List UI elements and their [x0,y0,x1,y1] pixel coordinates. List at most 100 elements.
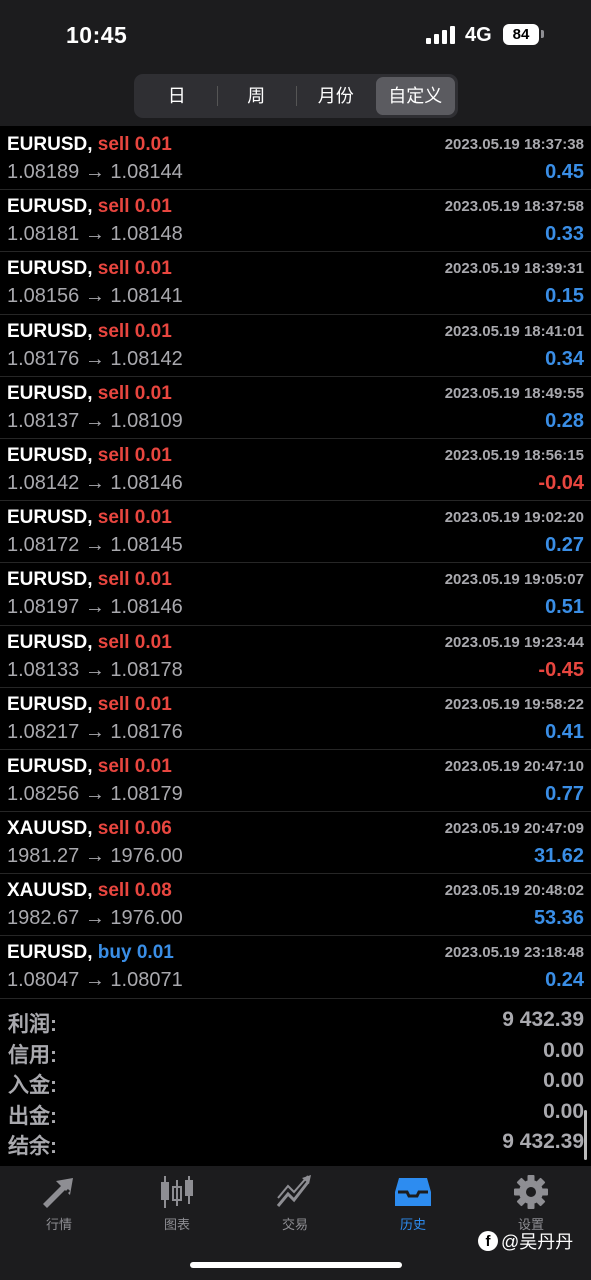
summary-row: 利润: 9 432.39 [0,1006,591,1037]
deal-row[interactable]: EURUSD, sell 0.01 2023.05.19 18:37:38 1.08… [0,128,591,191]
deal-row[interactable]: EURUSD, sell 0.01 2023.05.19 18:49:55 1.08… [0,377,591,439]
deal-close-price: 1.08144 [110,161,183,183]
deal-side: sell 0.01 [98,632,172,653]
scrollbar[interactable] [584,1110,587,1160]
deal-prices: 1.08142 → 1.08146 [7,472,183,495]
period-tab-custom[interactable]: 自定义 [375,77,455,115]
deal-profit: 0.51 [545,596,584,619]
deal-datetime: 2023.05.19 23:18:48 [444,944,584,962]
deal-prices: 1.08156 → 1.08141 [7,285,183,308]
deal-side-text: buy [97,942,132,964]
deal-side-text: sell [97,569,130,591]
deal-side-text: sell [97,196,130,218]
deal-row[interactable]: EURUSD, sell 0.01 2023.05.19 19:58:22 1.08… [0,688,591,750]
deal-side-text: sell [97,755,130,777]
deal-symbol-text: EURUSD, [7,569,93,591]
deal-prices: 1.08256 → 1.08179 [7,783,183,806]
tab-charts[interactable]: 图表 [118,1174,236,1233]
tab-history[interactable]: 历史 [354,1174,472,1233]
summary-value: 0.00 [543,1038,584,1062]
deal-datetime: 2023.05.19 19:58:22 [444,695,584,713]
arrow-right-icon: → [84,720,105,743]
deal-prices: 1982.67 → 1976.00 [7,907,183,930]
deal-profit: 0.28 [545,409,584,432]
deal-row[interactable]: EURUSD, sell 0.01 2023.05.19 18:56:15 1.08… [0,439,591,502]
deal-side-text: sell [97,320,130,342]
tab-trade[interactable]: 交易 [236,1174,354,1233]
cellular-signal-icon [426,26,458,44]
period-selector: 日 周 月份 自定义 [134,74,458,118]
deal-symbol: EURUSD, sell 0.01 [7,756,172,778]
summary-row: 入金: 0.00 [0,1067,591,1098]
deal-profit: 0.24 [545,969,584,992]
deal-close-price: 1.08148 [110,223,183,246]
deal-open-price: 1.08172 [7,534,80,557]
deal-side: buy 0.01 [98,942,174,963]
deal-symbol: EURUSD, sell 0.01 [7,258,172,280]
period-tab-month[interactable]: 月份 [296,77,376,115]
deal-datetime: 2023.05.19 18:41:01 [444,322,584,340]
tab-quotes[interactable]: 行情 [0,1174,118,1233]
deal-open-price: 1.08156 [7,285,80,308]
deal-datetime: 2023.05.19 18:56:15 [444,446,584,464]
status-time: 10:45 [66,22,128,48]
period-tab-day[interactable]: 日 [137,77,217,115]
deal-row[interactable]: EURUSD, sell 0.01 2023.05.19 19:23:44 1.08… [0,626,591,688]
candlestick-chart-icon [161,1176,193,1208]
account-summary: 利润: 9 432.39 信用: 0.00 入金: 0.00 出金: 0.00 结余: 9 432… [0,1006,591,1159]
deal-side-text: sell [97,258,130,280]
deal-volume: 0.06 [134,818,172,840]
deal-close-price: 1.08178 [110,658,183,681]
deal-volume: 0.01 [134,507,172,529]
arrow-right-icon: → [84,471,105,494]
home-indicator[interactable] [190,1262,402,1268]
summary-value: 9 432.39 [502,1008,584,1031]
deal-symbol: EURUSD, buy 0.01 [7,942,174,964]
deal-row[interactable]: EURUSD, sell 0.01 2023.05.19 20:47:10 1.08… [0,750,591,813]
deal-profit: 53.36 [533,907,584,930]
deal-side-text: sell [97,382,130,404]
deal-close-price: 1.08141 [110,285,183,308]
deal-side-text: sell [97,693,130,715]
deal-datetime: 2023.05.19 19:05:07 [444,571,584,589]
deal-datetime: 2023.05.19 20:47:09 [444,820,584,838]
status-bar: 10:45 4G 84 [0,0,591,70]
quotes-arrows-icon [43,1178,73,1208]
period-tab-week[interactable]: 周 [216,77,297,115]
deal-close-price: 1.08145 [110,534,183,557]
deal-row[interactable]: EURUSD, sell 0.01 2023.05.19 18:39:31 1.08… [0,252,591,315]
summary-label: 信用: [8,1043,57,1067]
deal-side: sell 0.01 [98,134,172,155]
arrow-right-icon: → [84,409,105,432]
deal-symbol-text: EURUSD, [7,444,93,466]
deal-side: sell 0.06 [98,818,172,839]
deal-row[interactable]: EURUSD, sell 0.01 2023.05.19 18:37:58 1.08… [0,190,591,253]
deal-volume: 0.01 [134,382,172,404]
deal-row[interactable]: EURUSD, sell 0.01 2023.05.19 19:05:07 1.08… [0,563,591,626]
deal-row[interactable]: XAUUSD, sell 0.08 2023.05.19 20:48:02 1982… [0,874,591,937]
deal-open-price: 1.08047 [7,969,80,992]
summary-value: 9 432.39 [502,1130,584,1153]
deal-symbol: EURUSD, sell 0.01 [7,134,172,156]
deal-open-price: 1982.67 [7,907,80,930]
history-header: 日 周 月份 自定义 [0,70,591,126]
deal-row[interactable]: XAUUSD, sell 0.06 2023.05.19 20:47:09 1981… [0,812,591,875]
deal-row[interactable]: EURUSD, sell 0.01 2023.05.19 18:41:01 1.08… [0,315,591,377]
deal-symbol: EURUSD, sell 0.01 [7,383,172,405]
tab-settings[interactable]: 设置 [472,1174,590,1233]
deal-row[interactable]: EURUSD, sell 0.01 2023.05.19 19:02:20 1.08… [0,501,591,564]
deal-volume: 0.01 [134,320,172,342]
deal-row[interactable]: EURUSD, buy 0.01 2023.05.19 23:18:48 1.080… [0,936,591,999]
deal-datetime: 2023.05.19 18:37:38 [444,136,584,153]
deal-symbol-text: EURUSD, [7,942,93,964]
deal-symbol: EURUSD, sell 0.01 [7,569,172,591]
deal-symbol: EURUSD, sell 0.01 [7,196,172,218]
deal-symbol-text: EURUSD, [7,755,93,777]
arrow-right-icon: → [84,845,105,868]
deal-symbol-text: EURUSD, [7,196,93,218]
deal-prices: 1.08217 → 1.08176 [7,721,183,744]
deal-side: sell 0.01 [98,569,172,590]
summary-label: 出金: [8,1104,57,1128]
deal-close-price: 1.08146 [110,471,183,494]
deal-open-price: 1.08189 [7,161,80,183]
